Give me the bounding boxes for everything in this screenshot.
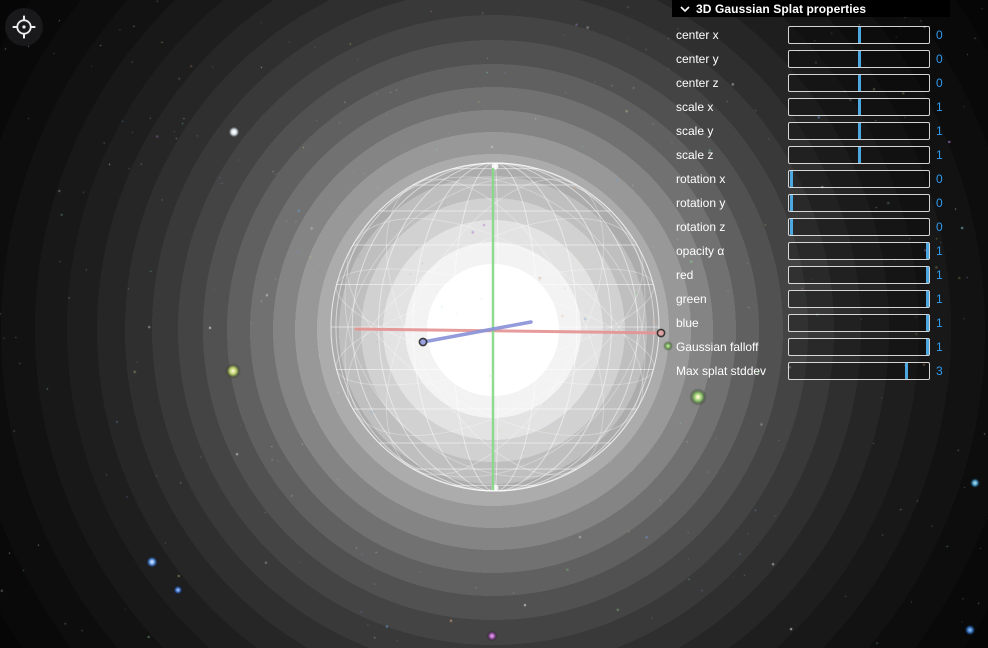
property-label: rotation y [676, 191, 725, 215]
slider-handle[interactable] [905, 363, 908, 379]
slider-handle[interactable] [858, 99, 861, 115]
slider-handle[interactable] [790, 219, 793, 235]
property-label: rotation x [676, 167, 725, 191]
property-slider[interactable] [788, 218, 930, 236]
property-slider[interactable] [788, 98, 930, 116]
property-value: 0 [936, 47, 943, 71]
property-slider[interactable] [788, 194, 930, 212]
property-slider[interactable] [788, 122, 930, 140]
slider-handle[interactable] [858, 27, 861, 43]
slider-handle[interactable] [790, 195, 793, 211]
locate-button[interactable] [5, 8, 43, 46]
property-label: rotation z [676, 215, 725, 239]
property-label: Max splat stddev [676, 359, 766, 383]
slider-handle[interactable] [858, 123, 861, 139]
axis-endpoint-handle[interactable] [419, 338, 426, 345]
property-label: opacity α [676, 239, 724, 263]
property-row: Gaussian falloff 1 [676, 335, 950, 359]
property-label: green [676, 287, 707, 311]
property-rows: center x 0 center y 0 center z 0 scale x [676, 23, 950, 383]
slider-handle[interactable] [926, 291, 929, 307]
property-row: rotation z 0 [676, 215, 950, 239]
property-value: 3 [936, 359, 943, 383]
slider-handle[interactable] [926, 339, 929, 355]
property-label: center x [676, 23, 719, 47]
property-row: center x 0 [676, 23, 950, 47]
property-label: scale z [676, 143, 713, 167]
property-row: scale x 1 [676, 95, 950, 119]
slider-handle[interactable] [858, 147, 861, 163]
panel-title: 3D Gaussian Splat properties [696, 2, 866, 16]
viewport[interactable]: 3D Gaussian Splat properties center x 0 … [0, 0, 988, 648]
property-value: 1 [936, 335, 943, 359]
property-row: rotation x 0 [676, 167, 950, 191]
property-row: center z 0 [676, 71, 950, 95]
property-value: 0 [936, 191, 943, 215]
property-slider[interactable] [788, 242, 930, 260]
slider-handle[interactable] [926, 315, 929, 331]
property-row: opacity α 1 [676, 239, 950, 263]
property-slider[interactable] [788, 74, 930, 92]
property-slider[interactable] [788, 338, 930, 356]
property-slider[interactable] [788, 290, 930, 308]
slider-handle[interactable] [790, 171, 793, 187]
property-value: 1 [936, 143, 943, 167]
property-label: scale x [676, 95, 713, 119]
axis-endpoint-handle[interactable] [657, 329, 664, 336]
slider-handle[interactable] [926, 267, 929, 283]
property-label: center z [676, 71, 719, 95]
property-row: scale z 1 [676, 143, 950, 167]
property-value: 1 [936, 119, 943, 143]
slider-handle[interactable] [858, 51, 861, 67]
property-value: 1 [936, 263, 943, 287]
property-value: 0 [936, 215, 943, 239]
property-slider[interactable] [788, 26, 930, 44]
property-value: 0 [936, 23, 943, 47]
property-label: red [676, 263, 693, 287]
slider-handle[interactable] [858, 75, 861, 91]
property-slider[interactable] [788, 314, 930, 332]
property-label: blue [676, 311, 699, 335]
property-row: green 1 [676, 287, 950, 311]
chevron-down-icon[interactable] [680, 5, 690, 13]
property-value: 1 [936, 287, 943, 311]
property-slider[interactable] [788, 146, 930, 164]
property-slider[interactable] [788, 170, 930, 188]
property-value: 0 [936, 71, 943, 95]
property-row: red 1 [676, 263, 950, 287]
slider-handle[interactable] [926, 243, 929, 259]
property-value: 1 [936, 239, 943, 263]
property-row: scale y 1 [676, 119, 950, 143]
property-label: Gaussian falloff [676, 335, 759, 359]
property-slider[interactable] [788, 362, 930, 380]
property-label: scale y [676, 119, 713, 143]
property-row: Max splat stddev 3 [676, 359, 950, 383]
property-row: rotation y 0 [676, 191, 950, 215]
property-row: blue 1 [676, 311, 950, 335]
property-slider[interactable] [788, 266, 930, 284]
axis-gizmo[interactable] [356, 169, 665, 489]
property-value: 1 [936, 311, 943, 335]
crosshair-icon [11, 14, 37, 40]
panel-header[interactable]: 3D Gaussian Splat properties [672, 0, 950, 17]
property-value: 1 [936, 95, 943, 119]
property-label: center y [676, 47, 719, 71]
property-slider[interactable] [788, 50, 930, 68]
property-row: center y 0 [676, 47, 950, 71]
property-value: 0 [936, 167, 943, 191]
